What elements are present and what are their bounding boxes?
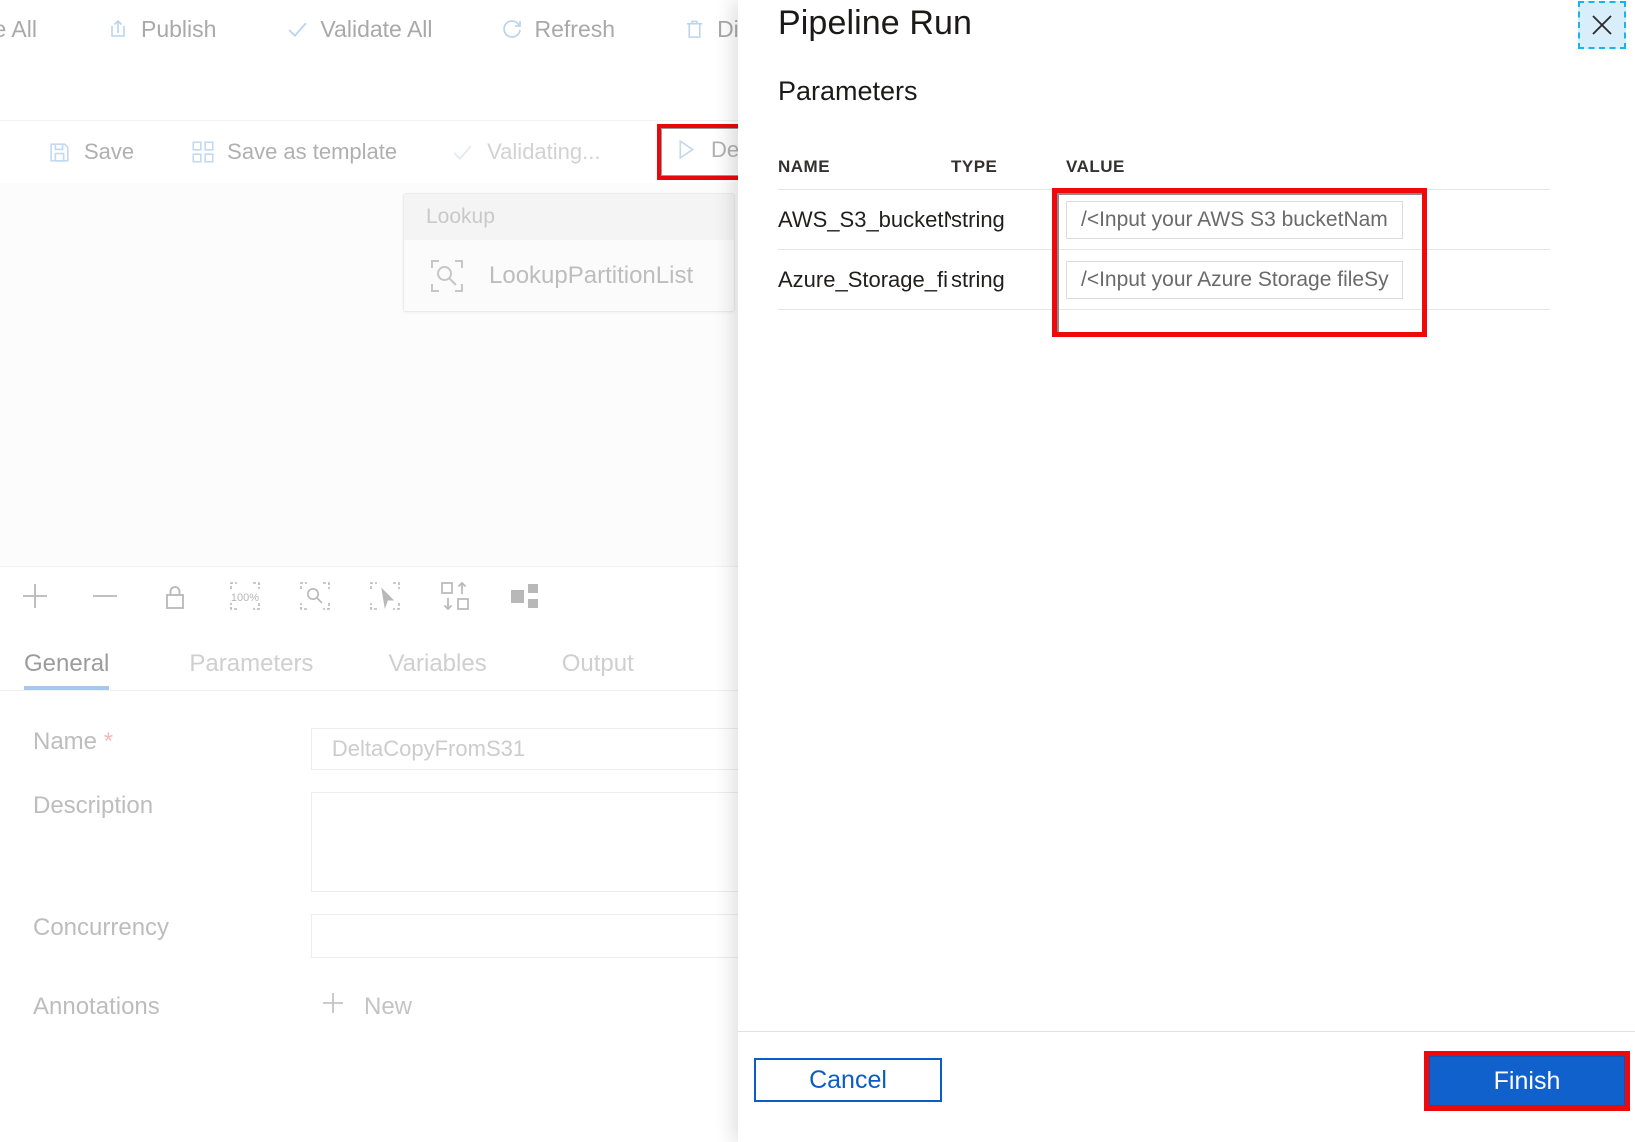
name-input[interactable]: DeltaCopyFromS31 xyxy=(310,728,760,770)
tab-variables[interactable]: Variables xyxy=(388,650,486,690)
name-label: Name * xyxy=(0,728,311,756)
activity-group-label: Lookup xyxy=(404,194,734,240)
param-value-cell: /<Input your Azure Storage fileSy xyxy=(1066,260,1550,299)
annotations-label: Annotations xyxy=(33,992,160,1020)
parameters-table: NAME TYPE VALUE AWS_S3_bucketN string /<… xyxy=(778,145,1550,310)
panel-footer: Cancel Finish xyxy=(738,1031,1635,1142)
checkmark-icon xyxy=(284,16,310,42)
factory-toolbar: ve All Publish Validate All xyxy=(0,0,760,58)
validating-label: Validating... xyxy=(487,139,601,164)
finish-button[interactable]: Finish xyxy=(1429,1056,1625,1106)
concurrency-input[interactable] xyxy=(310,914,760,958)
publish-upload-icon xyxy=(105,16,131,42)
debug-button[interactable]: De xyxy=(672,136,739,163)
activity-body[interactable]: LookupPartitionList xyxy=(404,240,734,311)
required-asterisk: * xyxy=(103,728,114,755)
lock-canvas-button[interactable] xyxy=(140,567,210,625)
pipeline-run-panel: Pipeline Run Parameters NAME TYPE VALUE … xyxy=(738,0,1635,1142)
param-value-cell: /<Input your AWS S3 bucketNam xyxy=(1066,200,1550,239)
select-tool-button[interactable] xyxy=(350,567,420,625)
toolbar-save-all-button[interactable]: ve All xyxy=(0,15,41,42)
field-row-concurrency: Concurrency xyxy=(0,914,760,958)
publish-label: Publish xyxy=(140,15,217,42)
toolbar-validate-all-button[interactable]: Validate All xyxy=(280,16,436,42)
param-name: AWS_S3_bucketN xyxy=(778,206,951,232)
activity-name-label: LookupPartitionList xyxy=(489,261,694,289)
table-row: AWS_S3_bucketN string /<Input your AWS S… xyxy=(778,189,1550,249)
table-row: Azure_Storage_fi string /<Input your Azu… xyxy=(778,249,1550,310)
tab-output[interactable]: Output xyxy=(562,650,634,690)
description-input[interactable] xyxy=(310,792,760,892)
debug-label: De xyxy=(711,136,740,162)
close-x-icon[interactable] xyxy=(1578,1,1626,49)
param-name: Azure_Storage_fi xyxy=(778,266,948,292)
trash-icon xyxy=(681,16,707,42)
toolbar-refresh-button[interactable]: Refresh xyxy=(495,16,620,42)
save-as-template-button[interactable]: Save as template xyxy=(189,139,397,166)
tab-parameters[interactable]: Parameters xyxy=(189,650,313,690)
save-as-template-label: Save as template xyxy=(227,139,398,164)
description-label: Description xyxy=(33,792,154,819)
zoom-to-fit-button[interactable] xyxy=(280,567,350,625)
column-header-type: TYPE xyxy=(951,157,998,176)
svg-text:100%: 100% xyxy=(231,592,259,604)
auto-align-button[interactable] xyxy=(420,567,490,625)
table-header-row: NAME TYPE VALUE xyxy=(778,145,1550,189)
field-row-annotations: Annotations New xyxy=(0,988,760,1025)
name-label-text: Name xyxy=(33,728,98,755)
zoom-out-button[interactable] xyxy=(70,567,140,625)
zoom-in-button[interactable] xyxy=(0,567,70,625)
activity-card-lookup[interactable]: Lookup LookupPartitionList xyxy=(403,193,735,312)
play-triangle-icon xyxy=(672,136,699,163)
plus-icon xyxy=(318,988,348,1025)
field-row-description: Description xyxy=(0,792,760,892)
refresh-label: Refresh xyxy=(534,15,616,42)
save-button[interactable]: Save xyxy=(46,139,134,166)
param-type: string xyxy=(951,266,1005,292)
lookup-magnifier-icon xyxy=(426,255,468,297)
refresh-icon xyxy=(499,16,525,42)
column-header-name: NAME xyxy=(778,157,831,176)
validating-status: Validating... xyxy=(449,139,600,166)
layout-blocks-button[interactable] xyxy=(490,567,560,625)
toolbar-publish-button[interactable]: Publish xyxy=(101,16,220,42)
add-annotation-label: New xyxy=(364,992,413,1020)
column-header-value: VALUE xyxy=(1066,157,1125,176)
concurrency-label: Concurrency xyxy=(33,914,170,941)
field-row-name: Name * DeltaCopyFromS31 xyxy=(0,728,760,770)
param-value-input[interactable]: /<Input your AWS S3 bucketNam xyxy=(1066,200,1403,239)
zoom-100-button[interactable]: 100% xyxy=(210,567,280,625)
cancel-button[interactable]: Cancel xyxy=(754,1058,942,1102)
validate-all-label: Validate All xyxy=(320,15,433,42)
param-value-input[interactable]: /<Input your Azure Storage fileSy xyxy=(1066,260,1403,299)
pipeline-toolbar: Save Save as template Validating... xyxy=(0,120,760,184)
tab-general[interactable]: General xyxy=(24,650,110,690)
save-all-label: ve All xyxy=(0,15,37,42)
param-type: string xyxy=(951,206,1005,232)
save-floppy-icon xyxy=(46,139,73,166)
panel-title: Pipeline Run xyxy=(778,4,972,42)
save-label: Save xyxy=(84,139,135,164)
pipeline-canvas[interactable]: Lookup LookupPartitionList xyxy=(0,183,760,566)
add-annotation-button[interactable]: New xyxy=(318,988,412,1025)
pipeline-editor-background: ve All Publish Validate All xyxy=(0,0,760,1142)
parameters-section-title: Parameters xyxy=(778,76,918,106)
canvas-zoom-toolbar: 100% xyxy=(0,566,760,625)
properties-tabs: General Parameters Variables Output xyxy=(0,634,760,691)
template-icon xyxy=(189,139,216,166)
checkmark-icon xyxy=(449,139,476,166)
